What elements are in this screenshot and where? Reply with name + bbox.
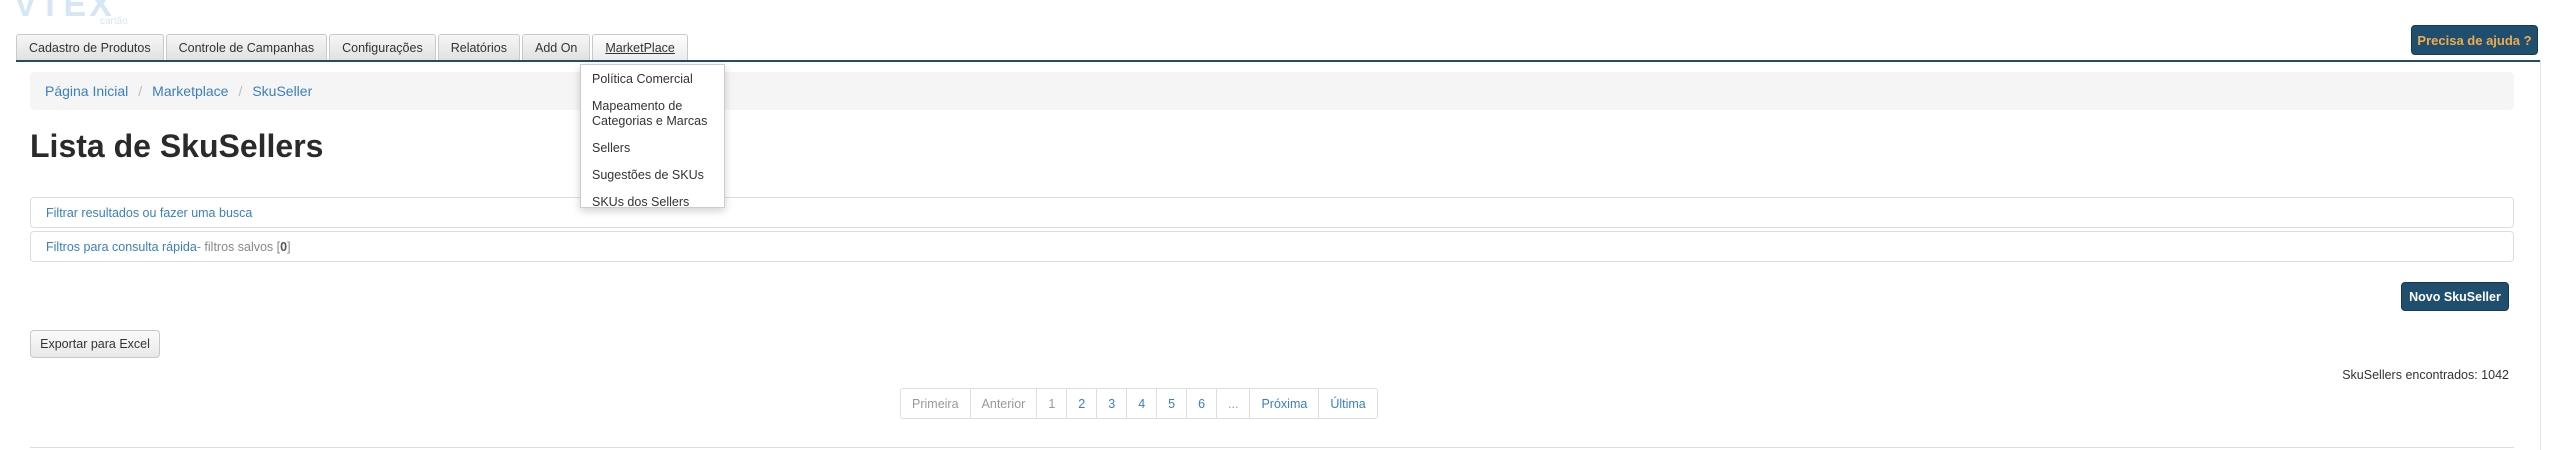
marketplace-dropdown-menu: Política Comercial Mapeamento de Categor… bbox=[580, 64, 725, 209]
help-button[interactable]: Precisa de ajuda ? bbox=[2411, 25, 2538, 55]
pagination-prev[interactable]: Anterior bbox=[969, 389, 1037, 418]
export-excel-button[interactable]: Exportar para Excel bbox=[30, 330, 160, 358]
breadcrumb-marketplace[interactable]: Marketplace bbox=[152, 83, 228, 99]
new-skuseller-button[interactable]: Novo SkuSeller bbox=[2401, 282, 2509, 311]
tab-marketplace[interactable]: MarketPlace bbox=[592, 34, 688, 60]
menu-item-mapeamento[interactable]: Mapeamento de Categorias e Marcas bbox=[581, 96, 724, 132]
menu-item-sugestoes-skus[interactable]: Sugestões de SKUs bbox=[581, 165, 724, 186]
tab-controle-de-campanhas[interactable]: Controle de Campanhas bbox=[165, 34, 328, 60]
breadcrumb-skuseller[interactable]: SkuSeller bbox=[252, 83, 312, 99]
quick-filter-link[interactable]: Filtros para consulta rápida bbox=[46, 240, 197, 254]
footer-divider bbox=[30, 447, 2514, 448]
page-title: Lista de SkuSellers bbox=[30, 128, 324, 164]
breadcrumb-separator: / bbox=[238, 83, 243, 99]
saved-filters-suffix: ] bbox=[287, 239, 291, 254]
saved-filters-count: 0 bbox=[280, 239, 288, 254]
quick-filter-panel: Filtros para consulta rápida - filtros s… bbox=[30, 231, 2514, 262]
pagination-page-6[interactable]: 6 bbox=[1186, 389, 1217, 418]
tab-configuracoes[interactable]: Configurações bbox=[329, 34, 436, 60]
breadcrumb: Página Inicial / Marketplace / SkuSeller bbox=[30, 72, 2514, 110]
search-filter-panel: Filtrar resultados ou fazer uma busca bbox=[30, 197, 2514, 228]
tab-cadastro-de-produtos[interactable]: Cadastro de Produtos bbox=[16, 34, 164, 60]
pagination: Primeira Anterior 1 2 3 4 5 6 ... Próxim… bbox=[900, 388, 1378, 419]
logo-subtitle: cartão bbox=[100, 16, 128, 27]
pagination-page-2[interactable]: 2 bbox=[1066, 389, 1097, 418]
pagination-page-1[interactable]: 1 bbox=[1036, 389, 1067, 418]
pagination-next[interactable]: Próxima bbox=[1249, 389, 1319, 418]
saved-filters-prefix: - filtros salvos [ bbox=[196, 239, 281, 254]
pagination-page-5[interactable]: 5 bbox=[1156, 389, 1187, 418]
pagination-ellipsis: ... bbox=[1216, 389, 1250, 418]
tab-add-on[interactable]: Add On bbox=[522, 34, 591, 60]
menu-item-politica-comercial[interactable]: Política Comercial bbox=[581, 69, 724, 90]
nav-divider bbox=[16, 60, 2540, 62]
menu-item-skus-dos-sellers[interactable]: SKUs dos Sellers bbox=[581, 192, 724, 213]
pagination-first[interactable]: Primeira bbox=[901, 389, 970, 418]
pagination-page-3[interactable]: 3 bbox=[1096, 389, 1127, 418]
results-count: SkuSellers encontrados: 1042 bbox=[2342, 368, 2509, 382]
pagination-last[interactable]: Última bbox=[1318, 389, 1377, 418]
content-border bbox=[2540, 60, 2541, 450]
pagination-page-4[interactable]: 4 bbox=[1126, 389, 1157, 418]
breadcrumb-home[interactable]: Página Inicial bbox=[45, 83, 128, 99]
breadcrumb-separator: / bbox=[138, 83, 143, 99]
search-filter-link[interactable]: Filtrar resultados ou fazer uma busca bbox=[46, 206, 252, 220]
menu-item-sellers[interactable]: Sellers bbox=[581, 138, 724, 159]
main-nav: Cadastro de Produtos Controle de Campanh… bbox=[16, 34, 688, 60]
tab-relatorios[interactable]: Relatórios bbox=[437, 34, 520, 60]
